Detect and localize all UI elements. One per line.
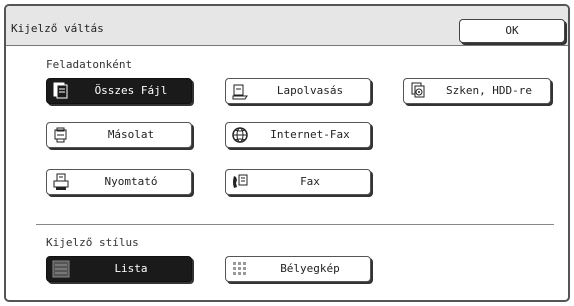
printer-label: Nyomtató [104,175,158,188]
scan-to-hdd-button[interactable]: Szken, HDD-re [403,78,551,104]
copy-label: Másolat [107,128,155,141]
printer-button[interactable]: Nyomtató [46,169,192,195]
printer-icon [53,173,69,190]
scan-label: Lapolvasás [276,84,344,97]
internet-fax-label: Internet-Fax [270,128,350,141]
style-section-label: Kijelző stílus [46,236,139,249]
all-files-button[interactable]: Összes Fájl [46,78,192,104]
display-switch-dialog: Kijelző váltás OK Feladatonként Összes F… [4,4,570,302]
thumbnail-view-label: Bélyegkép [280,262,340,275]
internet-fax-button[interactable]: Internet-Fax [225,122,371,148]
all-files-label: Összes Fájl [94,84,168,97]
copy-icon [54,127,67,143]
scan-button[interactable]: Lapolvasás [225,78,371,104]
scan-icon [232,84,248,100]
thumbnail-view-icon [233,262,246,275]
fax-label: Fax [300,175,320,188]
scan-to-hdd-icon [411,82,425,98]
copy-button[interactable]: Másolat [46,122,192,148]
fax-icon [233,174,248,188]
list-view-label: Lista [114,262,148,275]
internet-fax-icon [232,127,248,143]
scan-to-hdd-label: Szken, HDD-re [445,84,533,97]
dialog-title: Kijelző váltás [11,22,104,35]
job-section-label: Feladatonként [46,58,133,71]
thumbnail-view-button[interactable]: Bélyegkép [225,256,371,282]
fax-button[interactable]: Fax [225,169,371,195]
all-files-icon [53,82,68,99]
list-view-button[interactable]: Lista [46,256,192,282]
list-view-icon [52,260,70,278]
title-bar: Kijelző váltás OK [6,6,568,46]
section-divider [36,224,554,225]
ok-button[interactable]: OK [459,19,565,43]
